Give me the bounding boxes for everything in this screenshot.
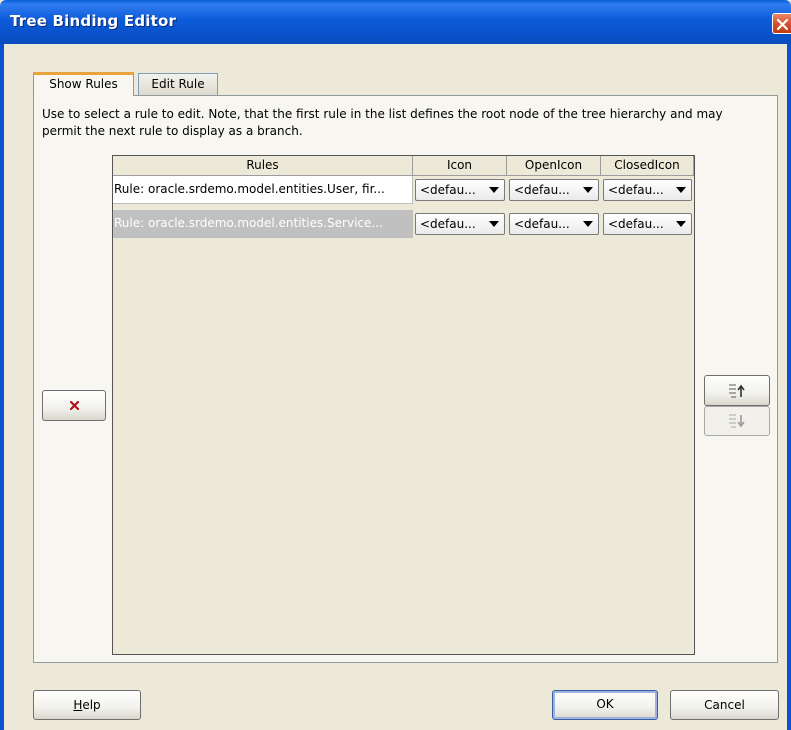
closedicon-combo[interactable]: <defau... — [603, 213, 692, 235]
description-text: Use to select a rule to edit. Note, that… — [42, 107, 723, 138]
tab-edit-rule[interactable]: Edit Rule — [138, 73, 218, 95]
title-bar: Tree Binding Editor — [0, 0, 791, 44]
window-frame-left — [0, 44, 4, 730]
dropdown-arrow-icon — [676, 221, 686, 227]
icon-combo[interactable]: <defau... — [415, 179, 505, 201]
move-up-icon — [729, 384, 745, 398]
tab-show-rules[interactable]: Show Rules — [33, 72, 134, 96]
help-button[interactable]: Help — [33, 690, 141, 720]
dropdown-arrow-icon — [583, 187, 593, 193]
rules-table: Rules Icon OpenIcon ClosedIcon Rule: ora… — [112, 155, 695, 655]
column-header-closedicon[interactable]: ClosedIcon — [601, 156, 694, 176]
openicon-combo[interactable]: <defau... — [509, 179, 599, 201]
column-header-icon[interactable]: Icon — [413, 156, 507, 176]
move-up-button[interactable] — [704, 375, 770, 406]
close-icon — [776, 18, 789, 31]
rule-cell[interactable]: Rule: oracle.srdemo.model.entities.Servi… — [113, 210, 413, 238]
dropdown-arrow-icon — [676, 187, 686, 193]
dropdown-arrow-icon — [583, 221, 593, 227]
icon-combo[interactable]: <defau... — [415, 213, 505, 235]
window-title: Tree Binding Editor — [10, 12, 177, 30]
delete-x-icon — [69, 400, 79, 411]
dropdown-arrow-icon — [489, 221, 499, 227]
move-down-button[interactable] — [704, 406, 770, 436]
window-frame-right — [787, 44, 791, 730]
column-header-rules[interactable]: Rules — [113, 156, 413, 176]
dropdown-arrow-icon — [489, 187, 499, 193]
move-down-icon — [729, 414, 745, 428]
ok-button[interactable]: OK — [552, 690, 658, 720]
tab-panel-show-rules: Use to select a rule to edit. Note, that… — [33, 95, 778, 663]
closedicon-combo[interactable]: <defau... — [603, 179, 692, 201]
column-header-openicon[interactable]: OpenIcon — [507, 156, 601, 176]
delete-rule-button[interactable] — [42, 390, 106, 421]
cancel-button[interactable]: Cancel — [670, 690, 779, 720]
openicon-combo[interactable]: <defau... — [509, 213, 599, 235]
rule-cell[interactable]: Rule: oracle.srdemo.model.entities.User,… — [113, 176, 413, 204]
close-button[interactable] — [772, 13, 791, 34]
